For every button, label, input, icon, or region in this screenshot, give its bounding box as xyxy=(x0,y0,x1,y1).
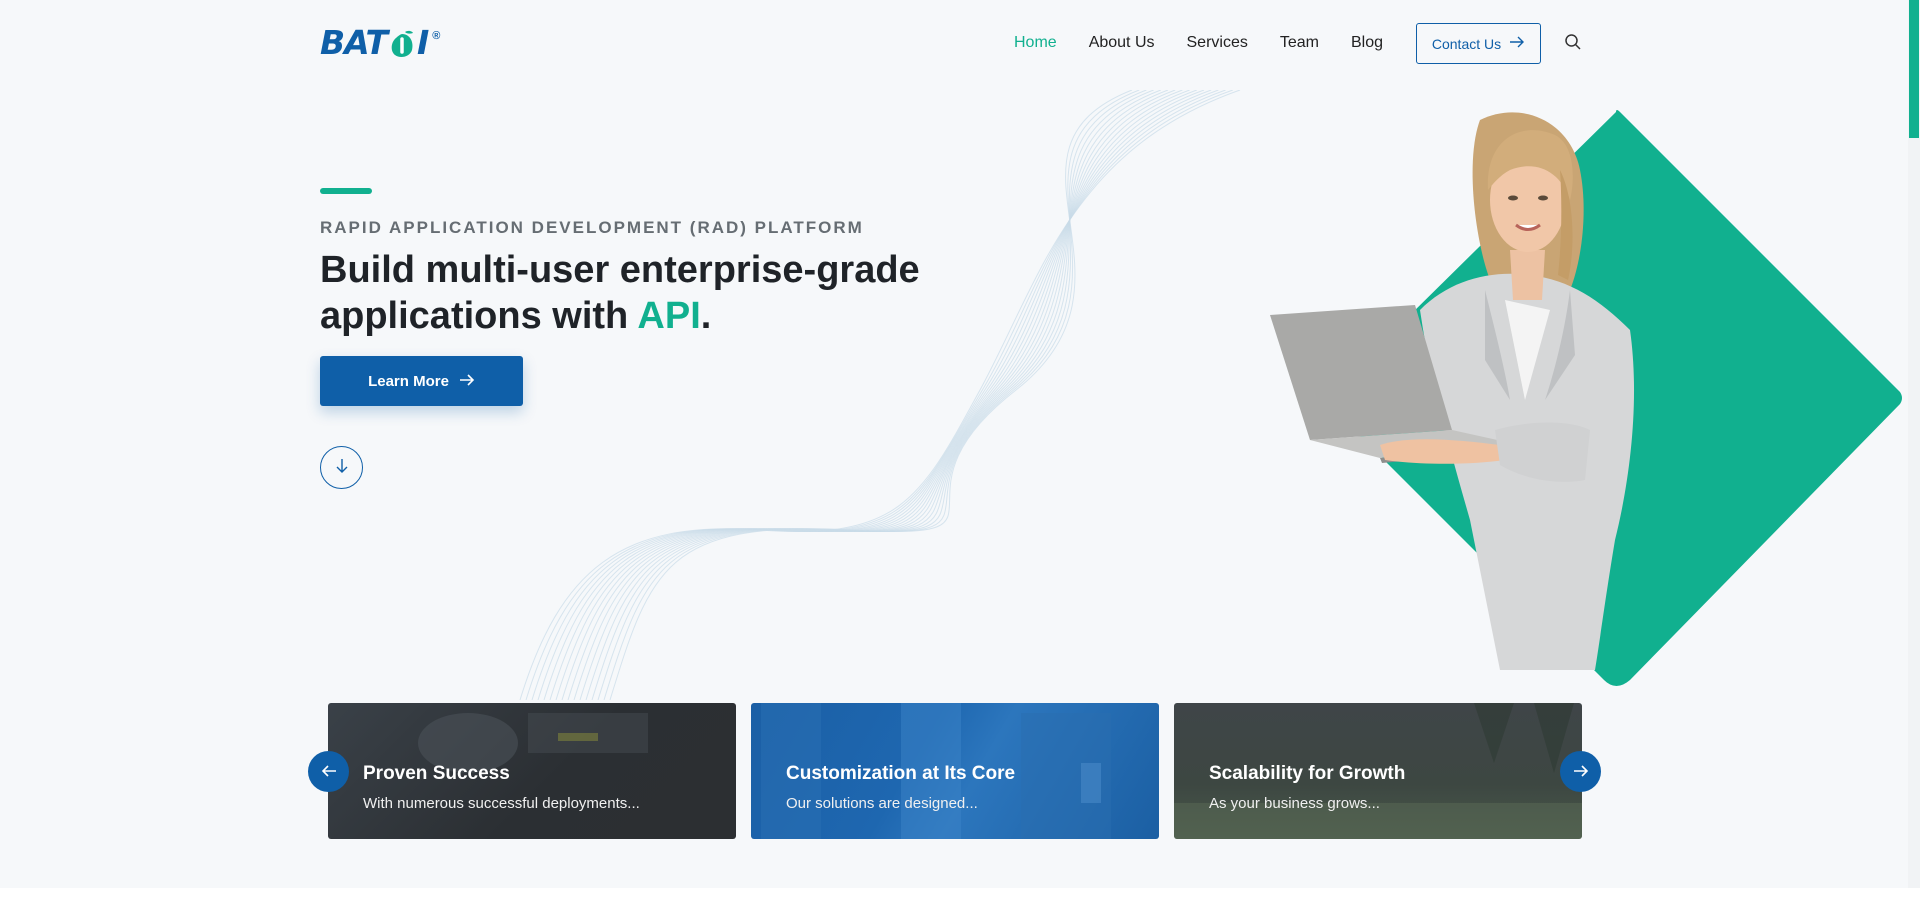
hero-person-image xyxy=(1270,112,1635,670)
scroll-down-button[interactable] xyxy=(320,446,363,489)
nav-item-home[interactable]: Home xyxy=(1014,34,1057,52)
wave-line xyxy=(519,90,1241,700)
section-divider xyxy=(0,888,1920,900)
wave-line xyxy=(525,90,1233,700)
contact-us-label: Contact Us xyxy=(1431,35,1502,52)
headline-end: . xyxy=(700,295,712,337)
nav-item-team[interactable]: Team xyxy=(1280,34,1319,52)
card-subtitle: As your business grows... xyxy=(1209,795,1380,812)
feature-card-proven-success[interactable]: Proven Success With numerous successful … xyxy=(328,703,736,839)
registered-mark: ® xyxy=(432,30,441,42)
wave-line xyxy=(543,90,1212,700)
card-subtitle: With numerous successful deployments... xyxy=(363,795,640,812)
learn-more-label: Learn More xyxy=(368,372,449,390)
scrollbar-thumb[interactable] xyxy=(1909,0,1919,138)
page-scrollbar[interactable] xyxy=(1908,0,1920,888)
wave-line xyxy=(585,90,1161,700)
wave-line xyxy=(579,90,1169,700)
main-nav: Home About Us Services Team Blog xyxy=(1014,31,1415,55)
headline-text: Build multi-user enterprise-grade applic… xyxy=(320,249,920,337)
wave-line xyxy=(597,90,1147,700)
wave-line xyxy=(591,90,1154,700)
headline-highlight: API xyxy=(637,295,701,337)
wave-line xyxy=(609,90,1133,700)
nav-item-about-us[interactable]: About Us xyxy=(1089,34,1155,52)
arrow-right-icon xyxy=(1509,35,1525,52)
wave-line xyxy=(555,90,1197,700)
wave-line xyxy=(531,90,1226,700)
card-title: Scalability for Growth xyxy=(1209,763,1406,784)
page: BAT I ® Home About Us Services Team Blog… xyxy=(0,0,1920,900)
slider-next-button[interactable] xyxy=(1560,751,1601,792)
feature-card-customization[interactable]: Customization at Its Core Our solutions … xyxy=(751,703,1159,839)
learn-more-button[interactable]: Learn More xyxy=(320,356,523,406)
logo-text-left: BAT xyxy=(320,23,388,62)
wave-line xyxy=(549,90,1205,700)
wave-line xyxy=(573,90,1176,700)
card-title: Proven Success xyxy=(363,763,510,784)
wave-line xyxy=(537,90,1219,700)
decorative-wave-lines xyxy=(519,90,1241,700)
card-subtitle: Our solutions are designed... xyxy=(786,795,978,812)
logo-mark-icon xyxy=(388,30,416,60)
accent-bar xyxy=(320,188,372,194)
arrow-left-icon xyxy=(321,761,337,782)
logo-text-right: I xyxy=(417,23,429,62)
slider-prev-button[interactable] xyxy=(308,751,349,792)
card-title: Customization at Its Core xyxy=(786,763,1016,784)
feature-card-scalability[interactable]: Scalability for Growth As your business … xyxy=(1174,703,1582,839)
wave-line xyxy=(603,90,1140,700)
hero-headline: Build multi-user enterprise-grade applic… xyxy=(320,247,1020,339)
contact-us-button[interactable]: Contact Us xyxy=(1416,23,1541,64)
arrow-right-icon xyxy=(1573,761,1589,782)
hero-eyebrow: RAPID APPLICATION DEVELOPMENT (RAD) PLAT… xyxy=(320,218,864,237)
nav-item-blog[interactable]: Blog xyxy=(1351,34,1383,52)
search-icon[interactable] xyxy=(1564,33,1584,53)
arrow-right-icon xyxy=(459,371,475,391)
logo[interactable]: BAT I ® xyxy=(320,23,440,62)
arrow-down-icon xyxy=(336,458,348,477)
nav-item-services[interactable]: Services xyxy=(1187,34,1248,52)
